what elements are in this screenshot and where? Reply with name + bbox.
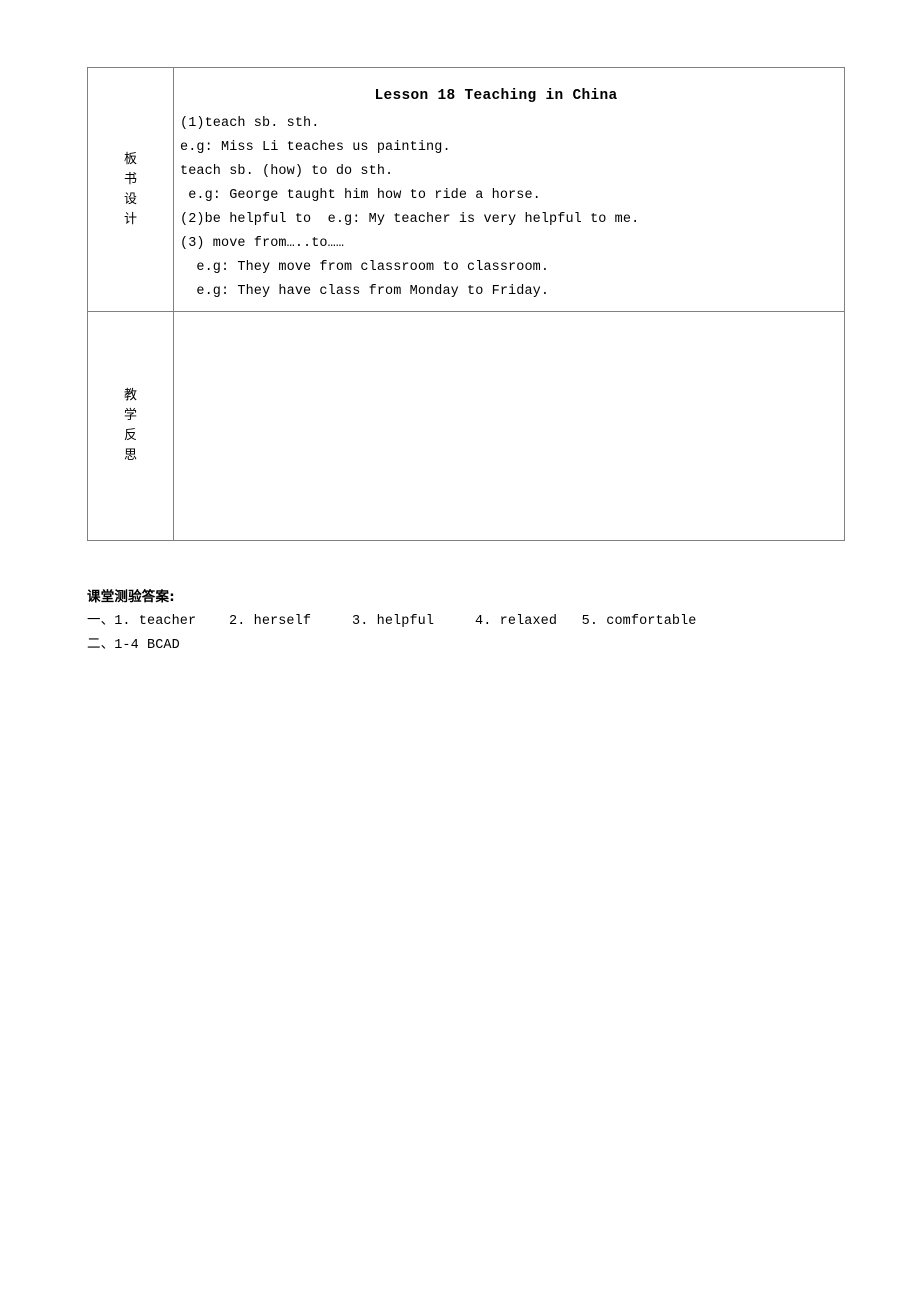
board-design-line: (2)be helpful to e.g: My teacher is very… (180, 211, 640, 227)
board-design-line: e.g: They have class from Monday to Frid… (180, 283, 550, 299)
board-design-line: (1)teach sb. sth. (180, 115, 320, 131)
quiz-answers-line-two: 二、1-4 BCAD (87, 638, 180, 653)
board-design-line: e.g: Miss Li teaches us painting. (180, 139, 451, 155)
quiz-answers-line-one: 一、1. teacher 2. herself 3. helpful 4. re… (87, 614, 697, 629)
board-design-line: e.g: They move from classroom to classro… (180, 259, 550, 275)
row-content-teaching-reflection[interactable] (173, 311, 845, 541)
table-row-board-design: 板 书 设 计 Lesson 18 Teaching in China (1)t… (87, 67, 845, 312)
row-label-teaching-reflection: 教 学 反 思 (87, 311, 174, 541)
table-row-teaching-reflection: 教 学 反 思 (87, 311, 845, 541)
board-design-line: e.g: George taught him how to ride a hor… (180, 187, 541, 203)
label-char: 书 (123, 171, 137, 187)
label-char: 计 (123, 211, 137, 227)
board-design-line: (3) move from…..to…… (180, 235, 345, 251)
label-char: 教 (123, 388, 137, 403)
board-design-title: Lesson 18 Teaching in China (374, 87, 618, 104)
row-content-board-design: Lesson 18 Teaching in China (1)teach sb.… (173, 67, 845, 312)
label-char: 设 (123, 191, 137, 207)
quiz-answers-heading: 课堂测验答案: (87, 589, 175, 605)
label-char: 板 (123, 151, 137, 167)
vertical-label-teaching-reflection: 教 学 反 思 (88, 382, 173, 470)
label-char: 反 (123, 428, 137, 443)
lesson-plan-table: 板 书 设 计 Lesson 18 Teaching in China (1)t… (87, 67, 845, 541)
label-char: 学 (123, 408, 137, 423)
vertical-label-board-design: 板 书 设 计 (88, 146, 173, 234)
quiz-answers-section: 课堂测验答案: 一、1. teacher 2. herself 3. helpf… (87, 586, 867, 658)
board-design-line: teach sb. (how) to do sth. (180, 163, 394, 179)
board-design-lines: (1)teach sb. sth. e.g: Miss Li teaches u… (174, 112, 844, 304)
document-page: 板 书 设 计 Lesson 18 Teaching in China (1)t… (0, 0, 920, 1302)
label-char: 思 (123, 448, 137, 463)
row-label-board-design: 板 书 设 计 (87, 67, 174, 312)
